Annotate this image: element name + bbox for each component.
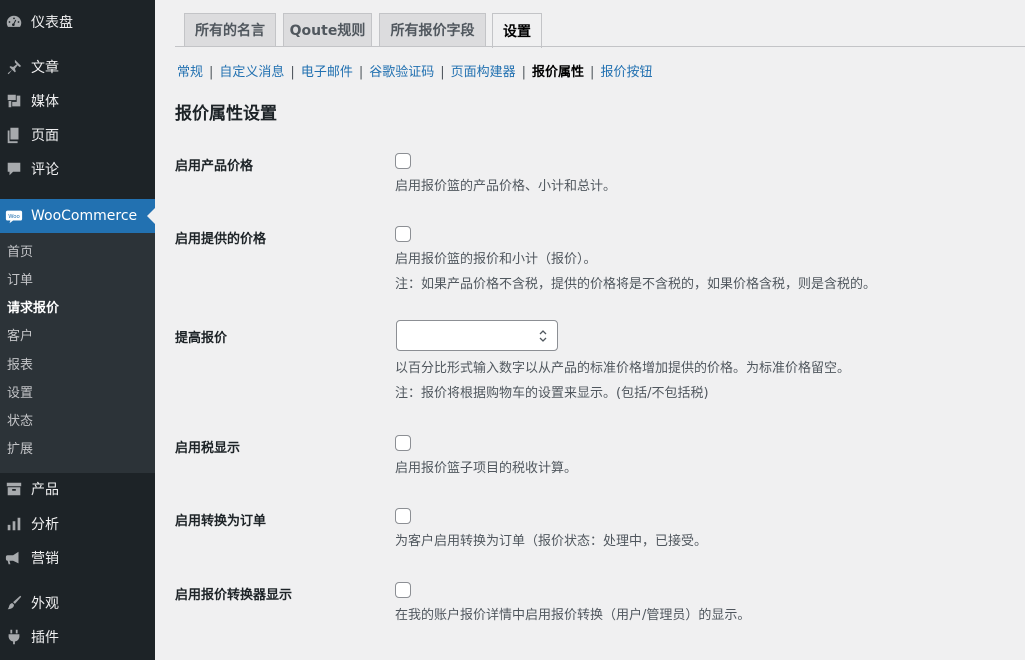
plug-icon: [4, 627, 24, 647]
tab-all-quotes[interactable]: 所有的名言: [184, 13, 276, 46]
submenu-item-reports[interactable]: 报表: [7, 356, 33, 376]
menu-label: 评论: [31, 162, 59, 178]
submenu-item-settings[interactable]: 设置: [7, 384, 33, 404]
media-icon: [4, 91, 24, 111]
subnav-quote-buttons[interactable]: 报价按钮: [600, 65, 652, 80]
subnav-separator: |: [440, 65, 445, 80]
menu-label: 插件: [31, 630, 59, 646]
woocommerce-submenu: 首页 订单 请求报价 客户 报表 设置 状态 扩展: [0, 233, 155, 473]
menu-label: 媒体: [31, 94, 59, 110]
enable-convert-to-order-checkbox[interactable]: [395, 508, 411, 524]
pages-icon: [4, 125, 24, 145]
setting-note-offered-price: 注：如果产品价格不含税，提供的价格将是不含税的，如果价格含税，则是含税的。: [395, 277, 877, 292]
menu-item-woocommerce[interactable]: Woo WooCommerce: [0, 199, 155, 233]
setting-label-offered-price: 启用提供的价格: [175, 232, 267, 247]
submenu-item-request-quote[interactable]: 请求报价: [7, 299, 59, 319]
pin-icon: [4, 57, 24, 77]
submenu-item-customers[interactable]: 客户: [7, 327, 33, 347]
enable-product-price-checkbox[interactable]: [395, 153, 411, 169]
menu-label: 外观: [31, 596, 59, 612]
menu-item-comments[interactable]: 评论: [0, 152, 155, 186]
submenu-item-home[interactable]: 首页: [7, 243, 33, 263]
menu-label: 文章: [31, 60, 59, 76]
admin-sidebar: 仪表盘 文章 媒体 页面 评论 Woo WooCommerce 首页 订单 请求…: [0, 0, 155, 660]
subnav-separator: |: [590, 65, 595, 80]
menu-label: 分析: [31, 517, 59, 533]
settings-subnav: 常规 | 自定义消息 | 电子邮件 | 谷歌验证码 | 页面构建器 | 报价属性 | 报价按钮: [177, 61, 652, 80]
subnav-separator: |: [358, 65, 364, 80]
setting-label-product-price: 启用产品价格: [175, 159, 254, 174]
menu-item-dashboard[interactable]: 仪表盘: [0, 5, 155, 39]
tab-quote-rules[interactable]: Qoute规则: [283, 13, 372, 46]
subnav-separator: |: [209, 65, 214, 80]
subnav-separator: |: [290, 65, 295, 80]
setting-label-converter-display: 启用报价转换器显示: [175, 588, 293, 603]
menu-item-marketing[interactable]: 营销: [0, 541, 155, 575]
menu-label: 页面: [31, 128, 59, 144]
menu-item-media[interactable]: 媒体: [0, 84, 155, 118]
archive-icon: [4, 479, 24, 499]
menu-label: 营销: [31, 551, 59, 567]
tab-settings[interactable]: 设置: [492, 13, 542, 48]
brush-icon: [4, 593, 24, 613]
setting-label-convert-to-order: 启用转换为订单: [175, 514, 267, 529]
subnav-page-builder[interactable]: 页面构建器: [451, 65, 516, 80]
menu-item-plugins[interactable]: 插件: [0, 620, 155, 654]
enable-converter-display-checkbox[interactable]: [395, 582, 411, 598]
enable-tax-display-checkbox[interactable]: [395, 435, 411, 451]
section-title: 报价属性设置: [175, 104, 277, 124]
menu-label: 仪表盘: [31, 15, 73, 31]
setting-desc-tax-display: 启用报价篮子项目的税收计算。: [395, 461, 578, 476]
subnav-general[interactable]: 常规: [177, 65, 203, 80]
subnav-email[interactable]: 电子邮件: [301, 65, 353, 80]
setting-desc-product-price: 启用报价篮的产品价格、小计和总计。: [395, 179, 617, 194]
increase-offer-number-input[interactable]: [396, 320, 558, 351]
submenu-item-status[interactable]: 状态: [7, 412, 33, 432]
tab-quote-fields[interactable]: 所有报价字段: [379, 13, 486, 46]
submenu-item-orders[interactable]: 订单: [7, 271, 33, 291]
setting-desc-increase-offer: 以百分比形式输入数字以从产品的标准价格增加提供的价格。为标准价格留空。: [395, 361, 851, 376]
number-spinner-icon[interactable]: [538, 328, 548, 344]
dashboard-icon: [4, 12, 24, 32]
subnav-custom-messages[interactable]: 自定义消息: [219, 65, 284, 80]
menu-item-pages[interactable]: 页面: [0, 118, 155, 152]
active-menu-arrow: [147, 208, 155, 224]
setting-desc-offered-price: 启用报价篮的报价和小计（报价）。: [395, 252, 597, 267]
setting-desc-converter-display: 在我的账户报价详情中启用报价转换（用户/管理员）的显示。: [395, 608, 751, 623]
svg-text:Woo: Woo: [8, 214, 20, 220]
megaphone-icon: [4, 548, 24, 568]
menu-label: WooCommerce: [31, 208, 138, 224]
menu-item-products[interactable]: 产品: [0, 472, 155, 506]
tab-divider: [175, 46, 1025, 47]
setting-label-increase-offer: 提高报价: [175, 331, 228, 346]
subnav-recaptcha[interactable]: 谷歌验证码: [369, 65, 434, 80]
woo-icon: Woo: [4, 206, 24, 226]
submenu-item-extensions[interactable]: 扩展: [7, 440, 33, 460]
enable-offered-price-checkbox[interactable]: [395, 226, 411, 242]
comment-icon: [4, 159, 24, 179]
setting-desc-convert-to-order: 为客户启用转换为订单（报价状态：处理中，已接受。: [395, 534, 708, 549]
menu-label: 产品: [31, 482, 59, 498]
menu-item-analytics[interactable]: 分析: [0, 507, 155, 541]
menu-item-posts[interactable]: 文章: [0, 50, 155, 84]
bar-chart-icon: [4, 514, 24, 534]
setting-label-tax-display: 启用税显示: [175, 441, 241, 456]
menu-item-appearance[interactable]: 外观: [0, 586, 155, 620]
subnav-separator: |: [521, 65, 527, 80]
setting-note-increase-offer: 注：报价将根据购物车的设置来显示。(包括/不包括税): [395, 386, 709, 401]
subnav-quote-attributes[interactable]: 报价属性: [532, 65, 584, 80]
